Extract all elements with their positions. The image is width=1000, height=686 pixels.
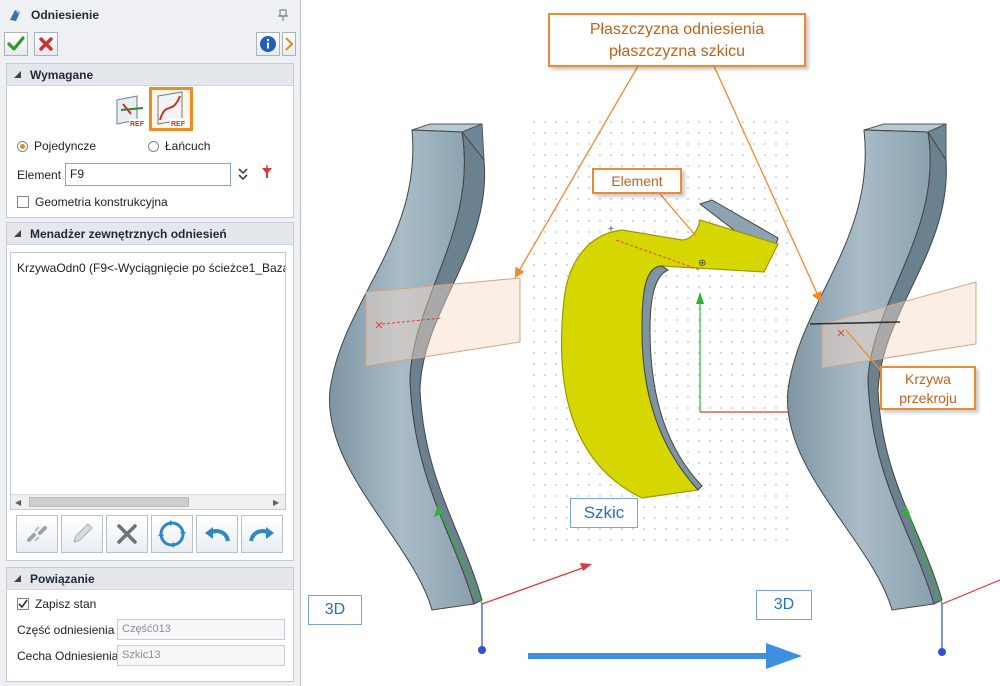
external-references-header[interactable]: Menadżer zewnętrznych odniesień	[7, 223, 293, 245]
construction-geometry-checkbox[interactable]: Geometria konstrukcyjna	[17, 195, 168, 209]
checkmark-icon	[7, 36, 25, 51]
undo-arrow-icon	[205, 527, 230, 542]
info-button[interactable]	[256, 32, 280, 56]
broken-link-icon	[27, 526, 47, 542]
reference-dialog: Odniesienie Wymagane REF REF Pojedyncze …	[0, 0, 301, 686]
binding-section-header[interactable]: Powiązanie	[7, 568, 293, 590]
delete-button[interactable]	[106, 515, 148, 553]
ref-feature-label: Cecha Odniesienia	[17, 649, 119, 663]
save-state-checkbox[interactable]: Zapisz stan	[17, 597, 96, 611]
radio-chain-dot	[148, 140, 159, 152]
pin-icon[interactable]	[276, 8, 290, 22]
radio-single-dot	[17, 140, 28, 152]
3d-viewport[interactable]: + ⊕ Płaszczyzna odniesienia płaszczyzna …	[302, 0, 1000, 686]
binding-section: Powiązanie Zapisz stan Część odniesienia…	[6, 567, 294, 682]
radio-chain[interactable]: Łańcuch	[148, 139, 210, 153]
svg-text:⊕: ⊕	[698, 258, 706, 269]
break-link-button[interactable]	[16, 515, 58, 553]
dialog-titlebar: Odniesienie	[0, 0, 300, 30]
svg-text:+: +	[608, 224, 614, 235]
close-icon	[39, 37, 53, 51]
element-label: Element	[17, 168, 62, 182]
refresh-icon	[158, 520, 186, 548]
right-3d-tag: 3D	[756, 590, 812, 620]
ref-feature-field: Szkic13	[117, 645, 285, 666]
help-arrow-icon	[285, 37, 294, 51]
ref-curve-button[interactable]: REF	[149, 87, 193, 131]
checkmark-icon	[18, 599, 28, 609]
construction-geometry-box	[17, 196, 29, 208]
cancel-button[interactable]	[34, 32, 58, 56]
help-button[interactable]	[282, 32, 296, 56]
section-curve-callout: Krzywa przekroju	[880, 366, 976, 410]
left-3d-tag: 3D	[308, 595, 362, 625]
horizontal-scrollbar[interactable]: ◀ ▶	[11, 494, 285, 509]
double-chevron-down-icon[interactable]	[237, 167, 249, 181]
scrollbar-thumb[interactable]	[29, 497, 189, 507]
required-section: Wymagane REF REF Pojedyncze Łańcuch Elem…	[6, 63, 294, 218]
dialog-toolbar	[4, 32, 296, 58]
collapse-caret-icon	[14, 71, 21, 78]
required-section-header[interactable]: Wymagane	[7, 64, 293, 86]
ref-face-label: REF	[130, 121, 145, 128]
ok-button[interactable]	[4, 32, 28, 56]
list-item[interactable]: KrzywaOdn0 (F9<-Wyciągnięcie po ścieżce1…	[17, 261, 285, 275]
undo-button[interactable]	[196, 515, 238, 553]
ref-face-icon: REF	[116, 95, 147, 128]
refresh-button[interactable]	[151, 515, 193, 553]
plane-callout: Płaszczyzna odniesienia płaszczyzna szki…	[548, 13, 806, 67]
ref-face-button[interactable]: REF	[113, 92, 149, 128]
reference-icon	[10, 10, 20, 21]
info-icon	[260, 36, 276, 52]
ref-curve-icon: REF	[157, 91, 188, 128]
save-state-box	[17, 598, 29, 610]
external-references-list[interactable]: KrzywaOdn0 (F9<-Wyciągnięcie po ścieżce1…	[10, 252, 286, 510]
radio-single[interactable]: Pojedyncze	[17, 139, 96, 153]
element-field[interactable]: F9	[65, 163, 231, 186]
select-filter-icon[interactable]	[260, 165, 274, 181]
ref-part-field: Część013	[117, 619, 285, 640]
redo-button[interactable]	[241, 515, 283, 553]
collapse-caret-icon	[14, 575, 21, 582]
viewport-graphics: + ⊕	[329, 65, 1000, 669]
x-delete-icon	[117, 524, 137, 544]
scroll-right-icon[interactable]: ▶	[273, 498, 279, 507]
collapse-caret-icon	[14, 230, 21, 237]
redo-arrow-icon	[249, 527, 274, 542]
pencil-icon	[73, 523, 93, 543]
edit-button[interactable]	[61, 515, 103, 553]
ref-curve-label: REF	[171, 121, 186, 128]
flow-arrow	[528, 643, 802, 669]
sketch-tag: Szkic	[570, 498, 638, 528]
element-callout: Element	[592, 168, 682, 194]
ref-part-label: Część odniesienia	[17, 623, 115, 637]
left-3d-part[interactable]	[329, 123, 521, 611]
dialog-title: Odniesienie	[31, 8, 100, 22]
scroll-left-icon[interactable]: ◀	[15, 498, 21, 507]
